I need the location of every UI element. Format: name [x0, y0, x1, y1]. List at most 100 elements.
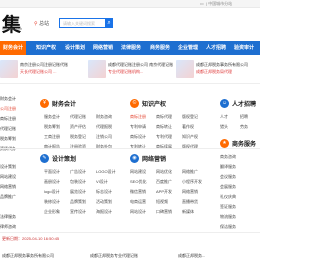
- location-switcher[interactable]: ⚲ 总站: [34, 20, 49, 27]
- panel-title[interactable]: 财务会计: [52, 99, 76, 108]
- panel-link[interactable]: 新媒体: [182, 209, 194, 215]
- panel-link[interactable]: 百度推广: [156, 179, 172, 185]
- panel-link[interactable]: 专利代理: [156, 134, 172, 140]
- panel-link[interactable]: 标志设计: [96, 189, 112, 195]
- footer-link[interactable]: 成都正邦税务专业代理记账: [90, 253, 138, 259]
- panel-link[interactable]: 包装设计: [70, 179, 86, 185]
- panel-link[interactable]: 版权登记: [182, 114, 198, 120]
- nav-item-business[interactable]: 商务服务: [150, 41, 170, 55]
- city-sites-link[interactable]: | 中国城市分站: [206, 1, 232, 7]
- panel-link[interactable]: 知识产权: [182, 134, 198, 140]
- panel-link[interactable]: 物流服务: [220, 214, 236, 220]
- panel-link[interactable]: 保洁服务: [220, 224, 236, 230]
- footer-link[interactable]: 成都正邦税务...: [178, 253, 205, 259]
- ad-card[interactable]: 南京注册公司注册记账代账 天长代理记账公司 ...: [0, 60, 80, 80]
- list-item[interactable]: 商标注册: [0, 116, 16, 122]
- panel-link[interactable]: 会展服务: [220, 184, 236, 190]
- ad-card[interactable]: 成都正邦税务事务所有限公司 成都正邦税务局代理: [176, 60, 260, 80]
- panel-link[interactable]: 资产评估: [70, 124, 86, 130]
- list-item[interactable]: 公司注册: [0, 106, 16, 112]
- panel-link[interactable]: 代理记账: [70, 114, 86, 120]
- panel-link[interactable]: 商标续展: [156, 144, 172, 150]
- panel-link[interactable]: 服务会计: [44, 114, 60, 120]
- list-item[interactable]: 代理记账: [0, 126, 16, 132]
- search-input[interactable]: 请输入关键词搜索: [59, 18, 105, 28]
- nav-item-management[interactable]: 企业管理: [178, 41, 198, 55]
- panel-link[interactable]: 口碑营销: [156, 209, 172, 215]
- panel-link[interactable]: 展览设计: [70, 189, 86, 195]
- list-item[interactable]: 设计策划: [0, 164, 16, 170]
- panel-link[interactable]: 微信营销: [130, 189, 146, 195]
- nav-item-design[interactable]: 设计策划: [65, 41, 85, 55]
- panel-link[interactable]: 财务咨询: [96, 114, 112, 120]
- panel-link[interactable]: 注销公司: [96, 134, 112, 140]
- panel-link[interactable]: APP开发: [156, 189, 172, 195]
- panel-link[interactable]: 海报设计: [96, 209, 112, 215]
- list-item[interactable]: 品牌推广: [0, 194, 16, 200]
- panel-link[interactable]: 网络营销: [182, 189, 198, 195]
- list-item[interactable]: 财务会计: [0, 96, 16, 102]
- panel-link[interactable]: 著作权: [182, 124, 194, 130]
- panel-link[interactable]: 专利申请: [130, 124, 146, 130]
- ad-card[interactable]: 成都代理记账注册公司 南京代理记账 专业代理记账机构...: [88, 60, 173, 80]
- site-logo[interactable]: 集 xxcom.com: [2, 10, 30, 36]
- panel-link[interactable]: 画册设计: [44, 179, 60, 185]
- panel-link[interactable]: 广告设计: [70, 169, 86, 175]
- list-item[interactable]: 律师咨询: [0, 224, 16, 230]
- nav-item-legal[interactable]: 法律服务: [121, 41, 141, 55]
- panel-link[interactable]: 品牌策划: [70, 199, 86, 205]
- panel-link[interactable]: 商务咨询: [220, 154, 236, 160]
- panel-link[interactable]: 会议服务: [220, 174, 236, 180]
- panel-link[interactable]: VI设计: [96, 179, 108, 185]
- list-item[interactable]: 法律服务: [0, 214, 16, 220]
- panel-link[interactable]: 网站建设: [130, 169, 146, 175]
- panel-link[interactable]: 注册验资: [70, 144, 86, 150]
- panel-link[interactable]: 代理报税: [96, 124, 112, 130]
- panel-link[interactable]: 财务外包: [96, 144, 112, 150]
- panel-title[interactable]: 网络营销: [142, 154, 166, 163]
- panel-link[interactable]: 商标注册: [130, 114, 146, 120]
- panel-link[interactable]: 活动策划: [96, 199, 112, 205]
- panel-link[interactable]: 版权代理: [182, 144, 198, 150]
- panel-link[interactable]: 工商注册: [44, 134, 60, 140]
- panel-link[interactable]: 小程序开发: [182, 179, 202, 185]
- panel-link[interactable]: 税务筹划: [44, 124, 60, 130]
- panel-link[interactable]: 商标代理: [156, 114, 172, 120]
- panel-link[interactable]: 平面设计: [44, 169, 60, 175]
- list-item[interactable]: 网络营销: [0, 184, 16, 190]
- panel-link[interactable]: SEO优化: [130, 179, 146, 185]
- panel-link[interactable]: 礼仪庆典: [220, 194, 236, 200]
- panel-link[interactable]: 电商运营: [130, 199, 146, 205]
- panel-link[interactable]: 直播带货: [182, 199, 198, 205]
- panel-link[interactable]: 网站设计: [130, 209, 146, 215]
- panel-link[interactable]: 企业形象: [44, 209, 60, 215]
- panel-link[interactable]: 商标设计: [130, 134, 146, 140]
- panel-link[interactable]: 专利转让: [130, 144, 146, 150]
- search-button[interactable]: ⌕: [105, 18, 113, 28]
- nav-item-audit[interactable]: 验资审计: [234, 41, 254, 55]
- nav-item-marketing[interactable]: 网络营销: [93, 41, 113, 55]
- panel-title[interactable]: 商务服务: [232, 139, 256, 148]
- panel-link[interactable]: 签证服务: [220, 204, 236, 210]
- list-item[interactable]: 资质代办: [0, 146, 16, 152]
- panel-link[interactable]: 人才: [220, 114, 228, 120]
- panel-link[interactable]: 装修设计: [44, 199, 60, 205]
- panel-title[interactable]: 知识产权: [142, 99, 166, 108]
- panel-title[interactable]: 设计策划: [52, 154, 76, 163]
- panel-link[interactable]: logo设计: [44, 189, 60, 195]
- list-item[interactable]: 税务筹划: [0, 136, 16, 142]
- panel-link[interactable]: 短视频: [156, 199, 168, 205]
- nav-item-recruit[interactable]: 人才招聘: [206, 41, 226, 55]
- panel-title[interactable]: 人才招聘: [232, 99, 256, 108]
- panel-link[interactable]: 招聘: [240, 114, 248, 120]
- nav-item-ip[interactable]: 知识产权: [36, 41, 56, 55]
- panel-link[interactable]: 网站优化: [156, 169, 172, 175]
- panel-link[interactable]: 审计报告: [44, 144, 60, 150]
- panel-link[interactable]: 宣传设计: [70, 209, 86, 215]
- panel-link[interactable]: 猎头: [220, 124, 228, 130]
- list-item[interactable]: 网站建设: [0, 174, 16, 180]
- footer-link[interactable]: 成都正邦税务事务所有限公司: [2, 253, 54, 259]
- panel-link[interactable]: 商标转让: [156, 124, 172, 130]
- panel-link[interactable]: LOGO设计: [96, 169, 116, 175]
- panel-link[interactable]: 翻译服务: [220, 164, 236, 170]
